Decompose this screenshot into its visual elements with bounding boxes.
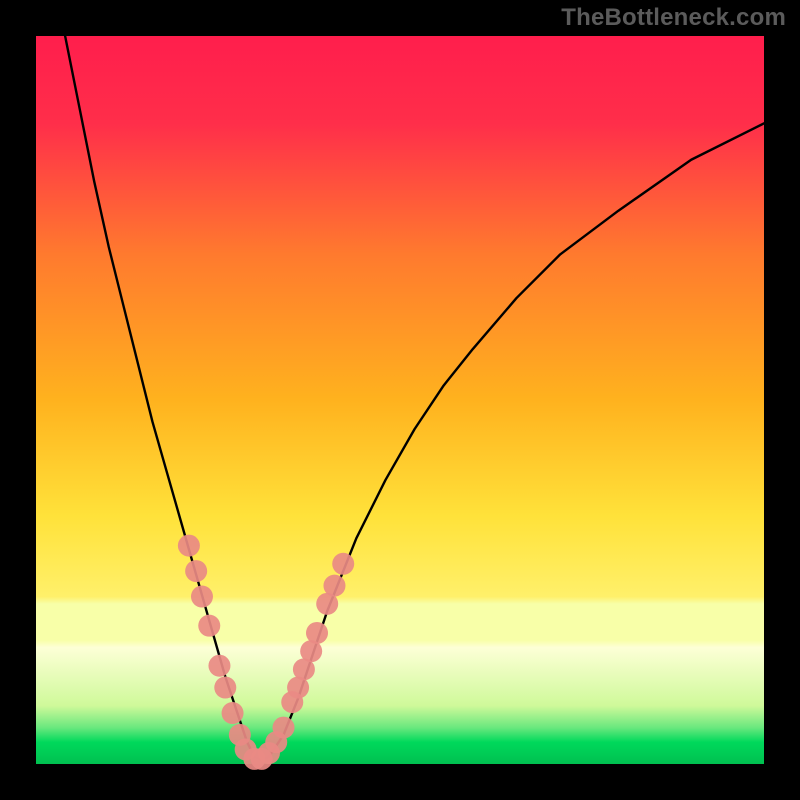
curve-dot — [332, 553, 354, 575]
chart-stage: TheBottleneck.com — [0, 0, 800, 800]
curve-dot — [178, 535, 200, 557]
watermark-text: TheBottleneck.com — [561, 4, 786, 32]
plot-area — [36, 36, 764, 764]
curve-dot — [198, 615, 220, 637]
curve-dot — [214, 677, 236, 699]
curve-dot — [306, 622, 328, 644]
curve-dot — [273, 717, 295, 739]
chart-svg — [0, 0, 800, 800]
curve-dot — [222, 702, 244, 724]
curve-dot — [191, 586, 213, 608]
curve-dot — [323, 575, 345, 597]
curve-dot — [185, 560, 207, 582]
curve-dot — [208, 655, 230, 677]
